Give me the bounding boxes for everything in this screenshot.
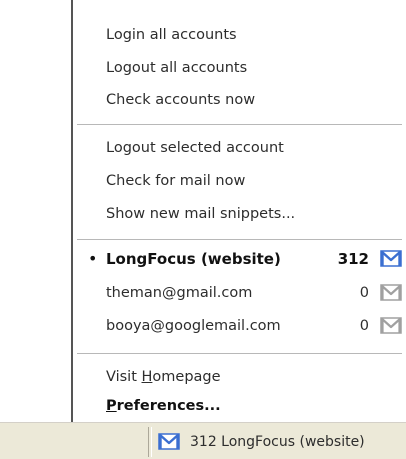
status-bar: 312 LongFocus (website) <box>0 422 406 459</box>
gmail-icon <box>158 433 180 450</box>
visit-homepage-post: omepage <box>152 369 221 385</box>
menu-item-visit-homepage[interactable]: Visit Homepage <box>106 368 221 386</box>
unread-count: 312 <box>337 250 369 268</box>
menu-item-check-accounts[interactable]: Check accounts now <box>106 91 255 109</box>
account-row[interactable]: theman@gmail.com 0 <box>88 282 404 304</box>
account-row-selected[interactable]: • LongFocus (website) 312 <box>88 248 404 270</box>
menu-item-preferences[interactable]: Preferences... <box>106 397 221 415</box>
gmail-icon <box>380 250 402 267</box>
menu-item-show-snippets[interactable]: Show new mail snippets... <box>106 205 295 223</box>
preferences-post: references... <box>116 398 221 414</box>
account-name: booya@googlemail.com <box>106 318 281 334</box>
gmail-icon <box>380 284 402 301</box>
menu-separator <box>77 124 402 126</box>
selected-bullet: • <box>88 249 98 268</box>
menu-item-login-all[interactable]: Login all accounts <box>106 26 237 44</box>
menu-separator <box>77 353 402 355</box>
menu-item-logout-all[interactable]: Logout all accounts <box>106 59 247 77</box>
unread-count: 0 <box>359 318 369 334</box>
menu-item-logout-selected[interactable]: Logout selected account <box>106 139 284 157</box>
status-text: 312 LongFocus (website) <box>190 434 365 450</box>
account-name: theman@gmail.com <box>106 285 253 301</box>
menu-separator <box>77 239 402 241</box>
status-bar-divider <box>148 427 152 457</box>
gmail-icon <box>380 317 402 334</box>
menu-item-check-mail[interactable]: Check for mail now <box>106 172 245 190</box>
visit-homepage-accel: H <box>141 369 153 385</box>
gmail-notifier-context-menu: Login all accounts Logout all accounts C… <box>71 0 406 422</box>
screenshot: Login all accounts Logout all accounts C… <box>0 0 406 459</box>
preferences-accel: P <box>106 398 117 414</box>
unread-count: 0 <box>359 285 369 301</box>
visit-homepage-pre: Visit <box>106 369 142 385</box>
account-row[interactable]: booya@googlemail.com 0 <box>88 315 404 337</box>
account-name: LongFocus (website) <box>106 250 281 268</box>
